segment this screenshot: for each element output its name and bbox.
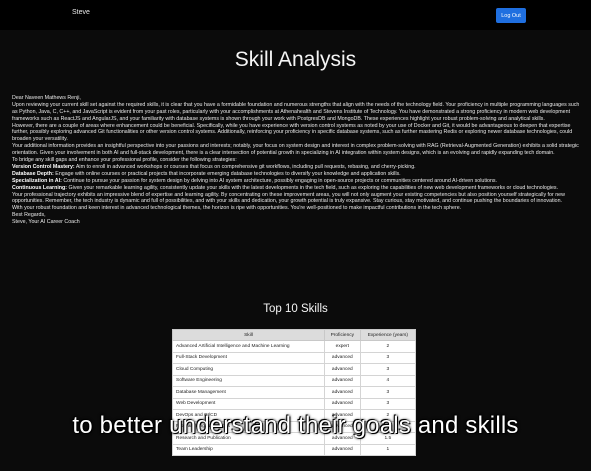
report-paragraph: Your professional trajectory exhibits an… — [12, 191, 565, 205]
experience-cell: 3 — [359, 397, 417, 410]
proficiency-cell: advanced — [324, 443, 361, 456]
strategy-label: Continuous Learning: — [12, 184, 68, 191]
proficiency-cell: advanced — [324, 386, 361, 399]
skill-cell: Full-Stack Development — [172, 351, 325, 364]
table-header-row: Skill Proficiency Experience (years) — [172, 329, 417, 341]
strategy-label: Specialization in AI: — [12, 177, 62, 184]
top-navbar: Steve Log Out — [0, 0, 591, 30]
report-paragraph: However, there are a couple of areas whe… — [12, 122, 573, 143]
proficiency-cell: expert — [324, 340, 361, 353]
proficiency-cell: advanced — [324, 397, 361, 410]
skills-section-title: Top 10 Skills — [263, 303, 328, 315]
table-row: Advanced Artificial Intelligence and Mac… — [172, 340, 417, 353]
table-row: Software Engineering advanced 4 — [172, 374, 417, 387]
proficiency-cell: advanced — [324, 374, 361, 387]
strategy-text: Aim to enroll in advanced workshops or c… — [75, 163, 416, 170]
column-header-experience: Experience (years) — [359, 329, 417, 341]
column-header-skill: Skill — [172, 329, 325, 341]
skill-cell: Database Management — [172, 386, 325, 399]
report-signature: Steve, Your AI Career Coach — [12, 219, 80, 226]
skill-cell: Cloud Computing — [172, 363, 325, 376]
strategy-label: Version Control Mastery: — [12, 163, 75, 170]
report-greeting: Dear Naveen Mathews Renji, — [12, 94, 81, 101]
report-paragraph: With your robust foundation and keen int… — [12, 205, 462, 212]
table-row: Web Development advanced 3 — [172, 397, 417, 410]
table-row: Full-Stack Development advanced 3 — [172, 351, 417, 364]
experience-cell: 4 — [359, 374, 417, 387]
strategy-item: Specialization in AI: Continue to pursue… — [12, 178, 580, 185]
skill-analysis-report: Dear Naveen Mathews Renji, Upon reviewin… — [12, 88, 580, 226]
strategy-text: Continue to pursue your passion for syst… — [63, 177, 498, 184]
experience-cell: 1 — [359, 443, 417, 456]
table-row: Team Leadership advanced 1 — [172, 443, 417, 456]
table-row: Database Management advanced 3 — [172, 386, 417, 399]
experience-cell: 3 — [359, 351, 417, 364]
logout-button[interactable]: Log Out — [496, 8, 526, 23]
experience-cell: 2 — [359, 340, 417, 353]
column-header-proficiency: Proficiency — [324, 329, 361, 341]
report-paragraph: To bridge any skill gaps and enhance you… — [12, 157, 237, 164]
proficiency-cell: advanced — [324, 363, 361, 376]
page-title: Skill Analysis — [234, 48, 357, 71]
skill-cell: Software Engineering — [172, 374, 325, 387]
skill-cell: Team Leadership — [172, 443, 325, 456]
experience-cell: 3 — [359, 363, 417, 376]
proficiency-cell: advanced — [324, 351, 361, 364]
strategy-item: Database Depth: Engage with online cours… — [12, 171, 580, 178]
report-paragraph: Your additional information provides an … — [12, 143, 579, 157]
experience-cell: 3 — [359, 386, 417, 399]
report-paragraph: Upon reviewing your current skill set ag… — [12, 101, 580, 122]
skill-cell: Advanced Artificial Intelligence and Mac… — [172, 340, 325, 353]
strategy-item: Continuous Learning: Given your remarkab… — [12, 185, 580, 192]
report-closing: Best Regards, — [12, 212, 46, 219]
table-row: Cloud Computing advanced 3 — [172, 363, 417, 376]
strategy-label: Database Depth: — [12, 170, 54, 177]
strategy-text: Given your remarkable learning agility, … — [68, 184, 559, 191]
video-subtitle-caption: to better understand their goals and ski… — [72, 412, 519, 439]
skill-cell: Web Development — [172, 397, 325, 410]
strategy-text: Engage with online courses or practical … — [55, 170, 401, 177]
brand-name[interactable]: Steve — [72, 9, 90, 16]
strategy-item: Version Control Mastery: Aim to enroll i… — [12, 164, 580, 171]
